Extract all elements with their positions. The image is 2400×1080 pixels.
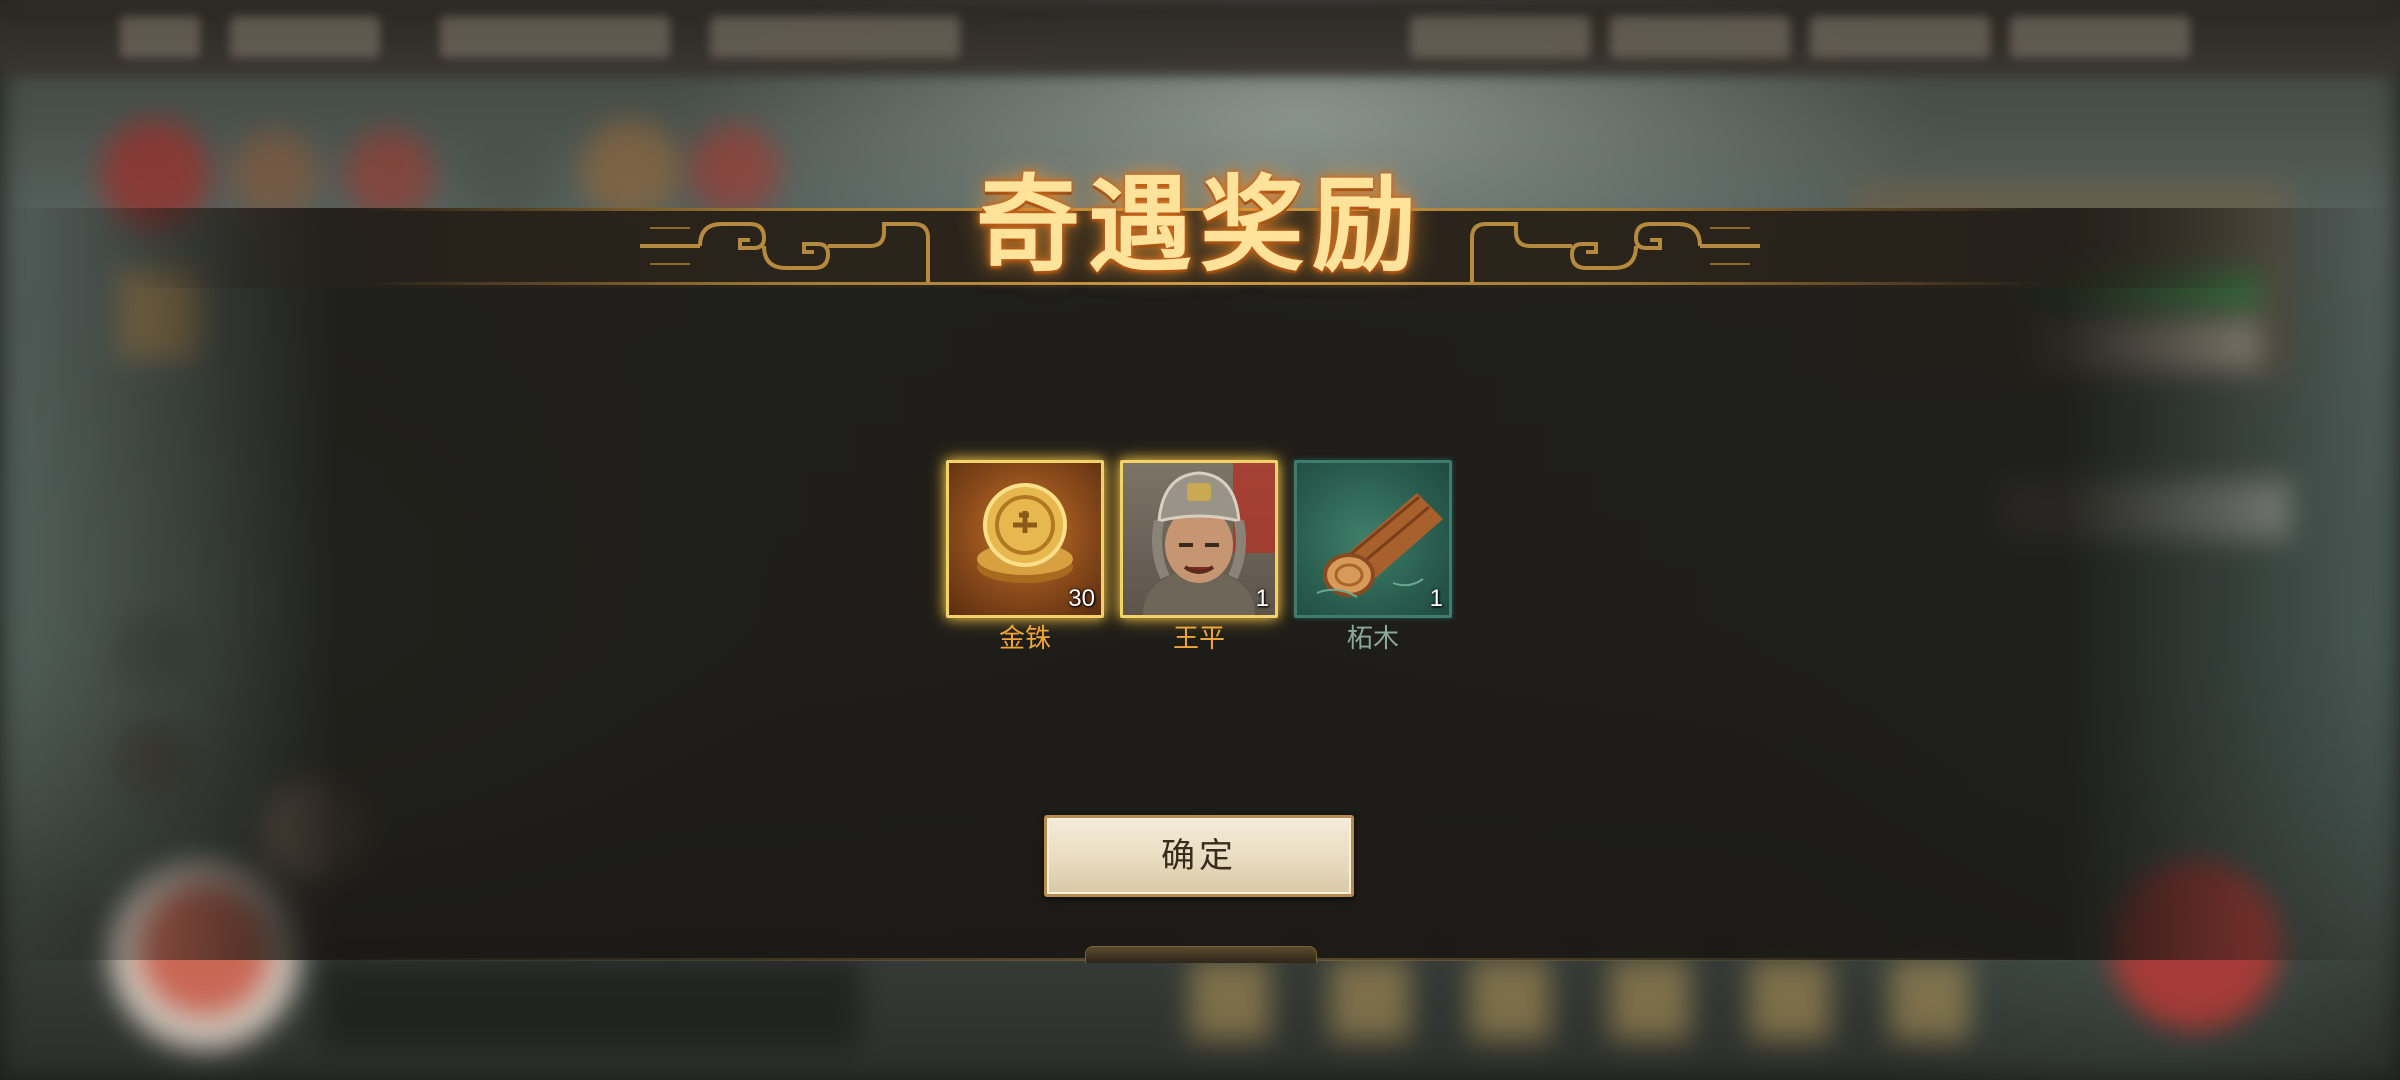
- reward-item-frame[interactable]: 1: [1120, 460, 1278, 618]
- reward-name: 柘木: [1346, 624, 1399, 654]
- confirm-button[interactable]: 确定: [1044, 815, 1354, 897]
- reward-item-frame[interactable]: 1: [1294, 460, 1452, 618]
- modal-title: 奇遇奖励: [975, 163, 1424, 286]
- avatar-blurred: [120, 16, 200, 58]
- title-ornament-left: [640, 222, 930, 282]
- reward-item[interactable]: 1 王平: [1120, 460, 1278, 656]
- reward-count: 1: [1429, 585, 1443, 612]
- reward-item[interactable]: 1 柘木: [1294, 460, 1452, 656]
- reward-item-frame[interactable]: 30: [946, 460, 1104, 618]
- resource-slot-blurred: [440, 16, 670, 58]
- resource-slot-blurred: [230, 16, 380, 58]
- reward-name: 金铢: [998, 624, 1051, 654]
- reward-count: 1: [1255, 585, 1269, 612]
- resource-slot-blurred: [2010, 16, 2190, 58]
- resource-slot-blurred: [1410, 16, 1590, 58]
- reward-list: 30 金铢 1 王平 1 柘木: [946, 460, 1456, 660]
- reward-item[interactable]: 30 金铢: [946, 460, 1104, 656]
- modal-bottom-ornament: [1085, 946, 1317, 963]
- resource-slot-blurred: [1810, 16, 1990, 58]
- resource-slot-blurred: [710, 16, 960, 58]
- title-ornament-right: [1470, 222, 1760, 282]
- reward-count: 30: [1068, 585, 1095, 612]
- general-portrait-icon: [1143, 463, 1275, 615]
- wood-log-icon: [1316, 493, 1443, 598]
- game-screen: 奇遇奖励 30 金铢 1 王平 1 柘木 确定: [0, 0, 2400, 1080]
- reward-name: 王平: [1172, 624, 1225, 654]
- resource-slot-blurred: [1610, 16, 1790, 58]
